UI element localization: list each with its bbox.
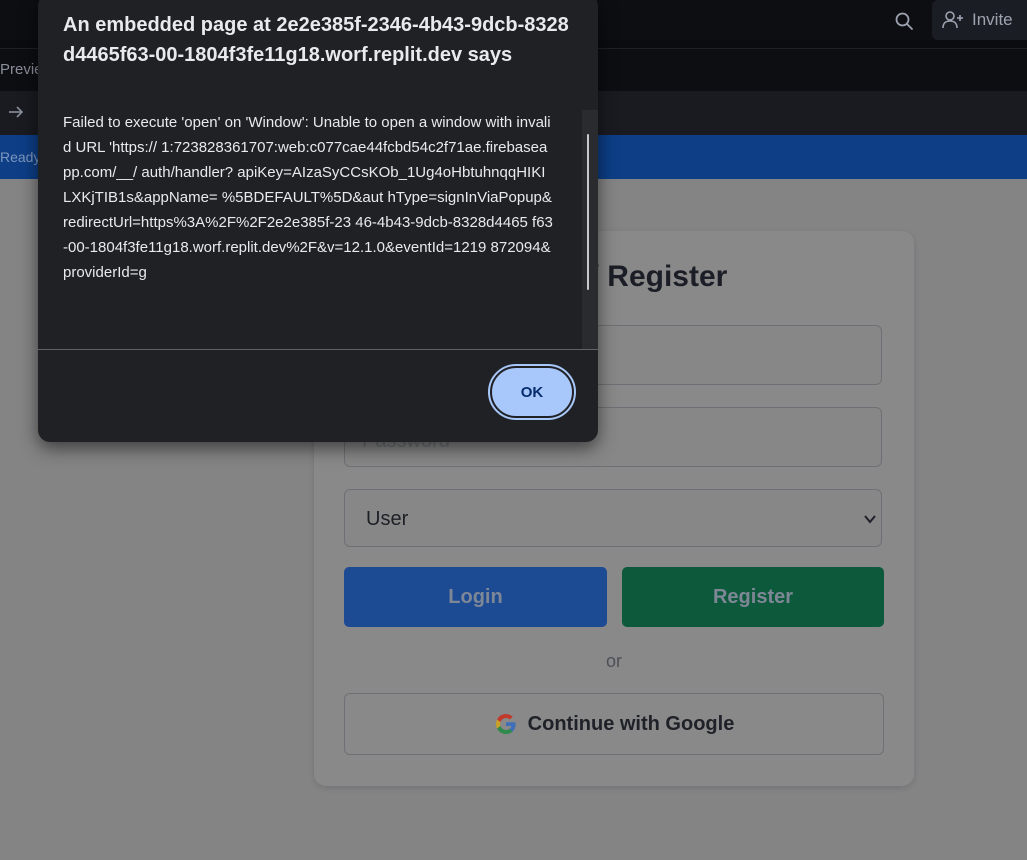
register-button[interactable]: Register (622, 567, 884, 627)
google-signin-label: Continue with Google (527, 712, 735, 735)
role-select[interactable]: User (344, 489, 882, 547)
invite-label: Invite (972, 10, 1013, 29)
arrow-right-icon (9, 106, 24, 118)
dialog-scrollbar[interactable] (582, 110, 598, 350)
status-text: Ready (0, 149, 41, 165)
tab-preview[interactable]: Previe (0, 61, 43, 78)
dialog-message: Failed to execute 'open' on 'Window': Un… (63, 114, 553, 281)
search-button[interactable] (892, 9, 916, 33)
google-signin-button[interactable]: Continue with Google (344, 693, 884, 755)
login-button[interactable]: Login (344, 567, 607, 627)
google-logo-icon (495, 714, 516, 734)
alert-dialog: An embedded page at 2e2e385f-2346-4b43-9… (38, 0, 598, 442)
or-divider: or (605, 651, 622, 671)
chevron-down-icon (864, 515, 876, 524)
dialog-title: An embedded page at 2e2e385f-2346-4b43-9… (63, 14, 569, 66)
dialog-divider (38, 349, 598, 350)
search-icon (895, 12, 913, 30)
dialog-scrollbar-thumb[interactable] (587, 134, 589, 290)
ok-button[interactable]: OK (488, 364, 576, 420)
invite-button[interactable]: Invite (932, 0, 1027, 40)
person-add-icon (942, 11, 963, 29)
forward-button[interactable] (6, 102, 26, 122)
role-select-value: User (366, 508, 409, 530)
